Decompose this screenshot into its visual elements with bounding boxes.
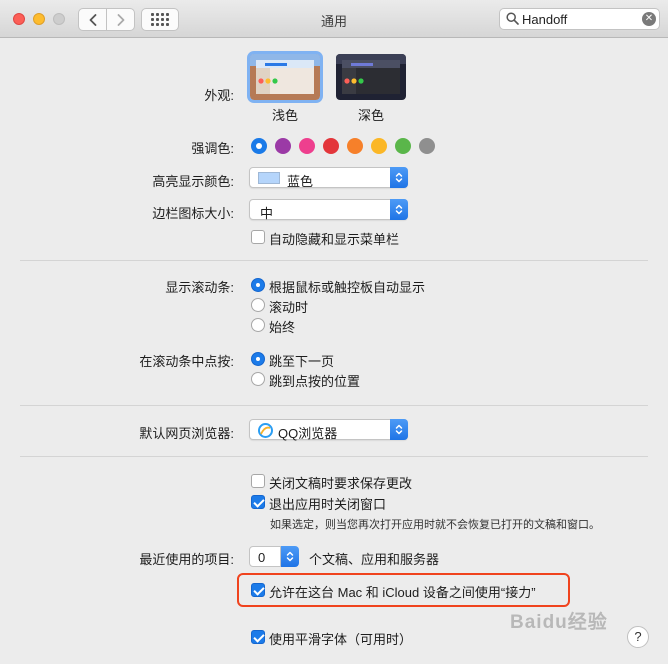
accent-swatch[interactable] (419, 138, 435, 154)
popup-arrows-icon[interactable] (281, 546, 299, 567)
accent-swatch[interactable] (275, 138, 291, 154)
handoff-label[interactable]: 允许在这台 Mac 和 iCloud 设备之间使用“接力” (269, 582, 536, 601)
appearance-dark-thumbnail[interactable] (336, 54, 406, 100)
accent-color-label: 强调色: (191, 141, 234, 156)
highlight-color-swatch (258, 172, 280, 184)
watermark: Baidu经验 (510, 612, 608, 633)
scrollbars-when-scrolling-radio[interactable] (251, 298, 265, 312)
appearance-light-thumbnail[interactable] (247, 51, 323, 103)
auto-hide-menu-checkbox[interactable] (251, 230, 265, 244)
close-windows-label[interactable]: 退出应用时关闭窗口 (269, 494, 386, 513)
handoff-checkbox[interactable] (251, 583, 265, 597)
auto-hide-menu-label[interactable]: 自动隐藏和显示菜单栏 (269, 229, 399, 248)
jump-to-spot-label[interactable]: 跳到点按的位置 (269, 371, 360, 390)
show-scrollbars-label: 显示滚动条: (165, 280, 234, 295)
recent-items-label: 最近使用的项目: (139, 552, 234, 567)
ask-keep-changes-checkbox[interactable] (251, 474, 265, 488)
scrollbars-when-scrolling-label[interactable]: 滚动时 (269, 297, 308, 316)
search-field[interactable]: ✕ (499, 8, 660, 30)
sidebar-icon-size-label: 边栏图标大小: (152, 206, 234, 221)
scrollbars-always-radio[interactable] (251, 318, 265, 332)
popup-arrows-icon (390, 419, 408, 440)
highlight-color-popup[interactable]: 蓝色 (249, 167, 408, 189)
jump-next-page-label[interactable]: 跳至下一页 (269, 351, 334, 370)
accent-swatch[interactable] (323, 138, 339, 154)
scrollbars-auto-label[interactable]: 根据鼠标或触控板自动显示 (269, 277, 425, 296)
qq-browser-icon (258, 423, 273, 438)
highlight-color-label: 高亮显示颜色: (152, 174, 234, 189)
popup-arrows-icon (390, 167, 408, 188)
popup-arrows-icon (390, 199, 408, 220)
jump-next-page-radio[interactable] (251, 352, 265, 366)
clear-search-icon[interactable]: ✕ (642, 12, 656, 26)
recent-items-field[interactable]: 0 (249, 546, 281, 567)
title-bar: 通用 ✕ (0, 0, 668, 38)
search-icon (506, 12, 519, 25)
accent-swatch[interactable] (299, 138, 315, 154)
recent-items-stepper[interactable]: 0 (249, 546, 300, 567)
section-divider (20, 405, 648, 406)
appearance-dark-label[interactable]: 深色 (336, 105, 406, 124)
accent-swatch[interactable] (347, 138, 363, 154)
accent-swatch[interactable] (371, 138, 387, 154)
sidebar-icon-size-value: 中 (260, 206, 274, 221)
scrollbars-auto-radio[interactable] (251, 278, 265, 292)
recent-items-suffix: 个文稿、应用和服务器 (309, 552, 440, 567)
default-browser-popup[interactable]: QQ浏览器 (249, 419, 408, 441)
font-smoothing-checkbox[interactable] (251, 630, 265, 644)
light-theme-preview-icon (250, 54, 320, 100)
jump-to-spot-radio[interactable] (251, 372, 265, 386)
search-input[interactable] (522, 11, 637, 27)
scrollbars-always-label[interactable]: 始终 (269, 317, 295, 336)
accent-swatch[interactable] (395, 138, 411, 154)
close-windows-note: 如果选定，则当您再次打开应用时就不会恢复已打开的文稿和窗口。 (270, 519, 600, 531)
dark-theme-preview-icon (336, 54, 406, 100)
ask-keep-changes-label[interactable]: 关闭文稿时要求保存更改 (269, 473, 412, 492)
highlight-color-value: 蓝色 (287, 174, 314, 189)
accent-swatch[interactable] (251, 138, 267, 154)
section-divider (20, 456, 648, 457)
appearance-light-label[interactable]: 浅色 (250, 105, 320, 124)
sidebar-icon-size-popup[interactable]: 中 (249, 199, 408, 221)
default-browser-value: QQ浏览器 (278, 426, 338, 441)
default-browser-label: 默认网页浏览器: (139, 426, 234, 441)
font-smoothing-label[interactable]: 使用平滑字体（可用时） (269, 629, 412, 648)
section-divider (20, 260, 648, 261)
appearance-label: 外观: (204, 88, 234, 103)
help-button[interactable]: ? (627, 626, 649, 648)
scrollbar-click-label: 在滚动条中点按: (139, 354, 234, 369)
close-windows-checkbox[interactable] (251, 495, 265, 509)
recent-items-value: 0 (258, 550, 266, 565)
